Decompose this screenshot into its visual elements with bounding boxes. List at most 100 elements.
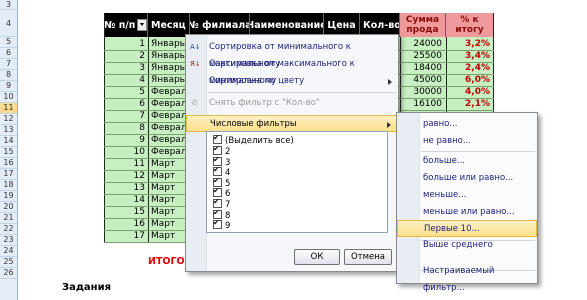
row-header-17[interactable]: 17 [0,169,17,180]
cell-month[interactable]: Январь [151,63,189,74]
row-header-7[interactable]: 7 [0,59,17,70]
cell-month[interactable]: Январь [151,75,189,86]
cell-num[interactable]: 5 [104,87,145,98]
cell-pct[interactable]: 4,0% [448,87,490,98]
submenu-item[interactable]: больше или равно... [397,170,537,187]
cell-num[interactable]: 3 [104,63,145,74]
cell-num[interactable]: 1 [104,39,145,50]
cell-month[interactable]: Март [151,159,189,170]
cell-month[interactable]: Март [151,183,189,194]
ok-button[interactable]: ОК [294,249,340,265]
cell-num[interactable]: 13 [104,183,145,194]
cell-num[interactable]: 9 [104,135,145,146]
col-header-num[interactable]: № п/п [104,13,148,37]
cell-num[interactable]: 12 [104,171,145,182]
values-listbox[interactable]: (Выделить все) 23456789 [206,131,388,233]
cell-pct[interactable]: 6,0% [448,75,490,86]
row-header-10[interactable]: 10 [0,92,17,103]
row-header-5[interactable]: 5 [0,37,17,48]
menu-sort-ascending[interactable]: A↓ Сортировка от минимального к максимал… [186,39,398,69]
checkbox-checked[interactable] [213,218,222,230]
cell-month[interactable]: Март [151,219,189,230]
submenu-item[interactable]: Выше среднего [397,237,537,254]
cell-num[interactable]: 17 [104,231,145,242]
filter-dropdown-button[interactable] [137,19,147,31]
cell-pct[interactable]: 3,2% [448,39,490,50]
submenu-item[interactable]: меньше... [397,187,537,204]
cell-month[interactable]: Февраль [151,147,192,158]
cell-sum[interactable]: 45000 [402,75,442,86]
submenu-item[interactable]: не равно... [397,133,537,150]
cell-month[interactable]: Март [151,171,189,182]
cell-month[interactable]: Февраль [151,99,192,110]
cell-month[interactable]: Март [151,231,189,242]
list-item-label: 2 [225,147,231,157]
col-header-pct-label-2: итогу [455,25,484,35]
submenu-item[interactable]: меньше или равно... [397,204,537,221]
cell-num[interactable]: 7 [104,111,145,122]
submenu-item[interactable]: Первые 10... [397,220,537,237]
cell-month[interactable]: Февраль [151,123,192,134]
list-item[interactable]: 9 [213,218,230,231]
cell-sum[interactable]: 16100 [402,99,442,110]
row-header-23[interactable]: 23 [0,235,17,246]
col-header-pct[interactable]: % к итогу [446,13,494,37]
row-header-19[interactable]: 19 [0,191,17,202]
row-header-26[interactable]: 26 [0,268,17,279]
row-header-13[interactable]: 13 [0,125,17,136]
row-header-12[interactable]: 12 [0,114,17,125]
submenu-item[interactable]: равно... [397,116,537,133]
row-header-24[interactable]: 24 [0,246,17,257]
cell-num[interactable]: 2 [104,51,145,62]
row-header-6[interactable]: 6 [0,48,17,59]
row-header-4[interactable]: 4 [0,10,17,37]
cancel-button[interactable]: Отмена [344,249,392,265]
cell-num[interactable]: 6 [104,99,145,110]
cell-sum[interactable]: 18400 [402,63,442,74]
cell-pct[interactable]: 2,1% [448,99,490,110]
row-header-15[interactable]: 15 [0,147,17,158]
row-header-22[interactable]: 22 [0,224,17,235]
cell-sum[interactable]: 25500 [402,51,442,62]
cell-month[interactable]: Январь [151,39,189,50]
row-header-21[interactable]: 21 [0,213,17,224]
cell-num[interactable]: 11 [104,159,145,170]
row-header-18[interactable]: 18 [0,180,17,191]
menu-sort-by-color[interactable]: Сортировка по цвету [186,73,398,90]
submenu-item-custom-filter[interactable]: Настраиваемый фильтр... [397,263,537,293]
row-header-20[interactable]: 20 [0,202,17,213]
row-header-9[interactable]: 9 [0,81,17,92]
submenu-item[interactable]: больше... [397,153,537,170]
col-header-sum[interactable]: Сумма прода [400,13,446,37]
cell-month[interactable]: Февраль [151,87,192,98]
col-header-pct-label-1: % к [460,15,479,25]
cell-month[interactable]: Февраль [151,111,192,122]
cell-month[interactable]: Февраль [151,135,192,146]
row-header-11[interactable]: 11 [0,103,17,114]
menu-sort-descending[interactable]: Я↓ Сортировка от максимального к минимал… [186,56,398,86]
cell-sum[interactable]: 30000 [402,87,442,98]
list-item-label: 3 [225,157,231,168]
cell-pct[interactable]: 2,4% [448,63,490,74]
col-header-month[interactable]: Месяц [148,13,190,37]
filter-dropdown-menu: A↓ Сортировка от минимального к максимал… [185,34,399,272]
list-item-select-all[interactable]: (Выделить все) [213,133,294,146]
checkbox-checked[interactable] [213,133,222,144]
cell-sum[interactable]: 24000 [402,39,442,50]
row-header-8[interactable]: 8 [0,70,17,81]
cell-num[interactable]: 8 [104,123,145,134]
menu-number-filters[interactable]: Числовые фильтры [186,115,398,132]
cell-num[interactable]: 4 [104,75,145,86]
cell-pct[interactable]: 3,4% [448,51,490,62]
cell-num[interactable]: 10 [104,147,145,158]
row-header-14[interactable]: 14 [0,136,17,147]
cell-num[interactable]: 15 [104,207,145,218]
row-header-25[interactable]: 25 [0,257,17,268]
cell-num[interactable]: 14 [104,195,145,206]
cell-month[interactable]: Январь [151,51,189,62]
cell-month[interactable]: Март [151,207,189,218]
cell-month[interactable]: Март [151,195,189,206]
row-header-16[interactable]: 16 [0,158,17,169]
cell-num[interactable]: 16 [104,219,145,230]
row-header-3[interactable]: 3 [0,0,17,10]
